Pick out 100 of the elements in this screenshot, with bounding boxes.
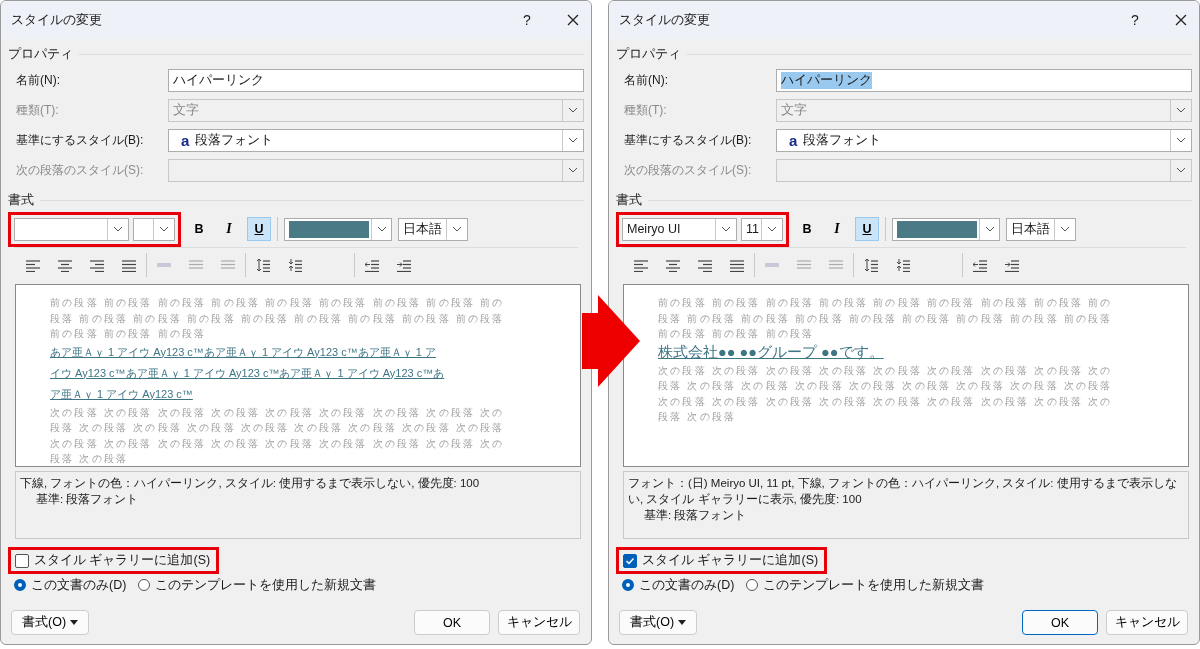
- dropdown-value: 文字: [781, 101, 807, 119]
- section-label: 書式: [616, 191, 642, 209]
- align-right-icon: [698, 258, 712, 272]
- name-input[interactable]: ハイパーリンク: [776, 68, 1192, 92]
- indent-decrease-icon: [973, 258, 987, 272]
- radio-button[interactable]: [746, 579, 759, 591]
- field-label: 種類(T):: [623, 101, 668, 119]
- next-paragraph-text: 次の段落 次の段落 次の段落 次の段落 次の段落 次の段落 次の段落 次の段落 次の: [658, 363, 1113, 378]
- radio-label: このテンプレートを使用した新規文書: [763, 576, 985, 594]
- window-title: スタイルの変更: [619, 11, 711, 29]
- style-glyph: a: [181, 131, 190, 149]
- format-menu-button[interactable]: 書式(O): [11, 610, 90, 635]
- italic-button[interactable]: I: [825, 217, 849, 241]
- field-label: 基準にするスタイル(B):: [623, 131, 753, 149]
- radio-button[interactable]: [622, 579, 634, 591]
- next-paragraph-text: 段落 次の段落: [658, 410, 737, 424]
- sample-text: 株式会社●● ●●グループ ●●です。: [658, 342, 884, 362]
- font-color-dropdown[interactable]: [284, 217, 392, 241]
- align-center-icon: [666, 258, 680, 272]
- section-label: プロパティ: [616, 45, 681, 63]
- checkbox-label: スタイル ギャラリーに追加(S): [34, 552, 211, 569]
- line-spacing-double-icon: [829, 258, 843, 272]
- align-left-icon: [26, 258, 40, 272]
- name-input[interactable]: ハイパーリンク: [168, 68, 584, 92]
- sample-text: あア亜Ａｙ 1 アイウ Ay123 c™あア亜Ａｙ 1 アイウ Ay123 c™あア亜Ａｙ 1 ア: [50, 344, 436, 360]
- next-paragraph-text: 段落 次の段落 次の段落 次の段落 次の段落 次の段落 次の段落 次の段落 次の段落: [658, 379, 1113, 393]
- style-dropdown[interactable]: a 段落フォント: [776, 128, 1192, 152]
- close-icon[interactable]: [567, 14, 579, 26]
- radio-button[interactable]: [14, 579, 26, 591]
- help-button[interactable]: ?: [1121, 12, 1149, 28]
- field-label: 名前(N):: [623, 71, 669, 89]
- radio-button[interactable]: [138, 579, 151, 591]
- description-text: 下線, フォントの色：ハイパーリンク, スタイル: 使用するまで表示しない, 優先度: 100: [20, 476, 481, 491]
- chevron-icon: [1176, 167, 1186, 173]
- previous-paragraph-text: 段落 前の段落 前の段落 前の段落 前の段落 前の段落 前の段落 前の段落 前の段落: [50, 311, 505, 326]
- underline-button[interactable]: U: [855, 217, 879, 241]
- font-dropdown[interactable]: Meiryo UI: [622, 217, 737, 241]
- chevron-icon: [1176, 107, 1186, 113]
- chevron-icon: [568, 167, 578, 173]
- gallery-checkbox[interactable]: [623, 553, 637, 568]
- chevron-icon: [767, 226, 777, 232]
- sample-text: イウ Ay123 c™あア亜Ａｙ 1 アイウ Ay123 c™あア亜Ａｙ 1 アイウ Ay123 c™あ: [50, 365, 445, 381]
- cancel-button[interactable]: キャンセル: [498, 610, 580, 635]
- previous-paragraph-text: 前の段落 前の段落 前の段落: [658, 327, 815, 341]
- line-spacing-double-icon: [221, 258, 235, 272]
- gallery-checkbox[interactable]: [15, 553, 29, 568]
- next-paragraph-text: 段落 次の段落: [50, 452, 129, 466]
- radio-label: この文書のみ(D): [639, 576, 735, 594]
- radio-label: このテンプレートを使用した新規文書: [155, 576, 377, 594]
- name-value: ハイパーリンク: [781, 71, 872, 89]
- chevron-icon: [984, 226, 995, 232]
- underline-button[interactable]: U: [247, 217, 271, 241]
- align-right-icon: [90, 258, 104, 272]
- style-dropdown[interactable]: a 段落フォント: [168, 128, 584, 152]
- format-menu-button[interactable]: 書式(O): [619, 610, 698, 635]
- window-title: スタイルの変更: [11, 11, 103, 29]
- line-spacing-half-icon: [189, 258, 203, 272]
- field-label: 次の段落のスタイル(S):: [623, 161, 753, 179]
- line-spacing-half-icon: [797, 258, 811, 272]
- dropdown-value: 段落フォント: [195, 131, 274, 149]
- indent-increase-icon: [397, 258, 411, 272]
- previous-paragraph-text: 段落 前の段落 前の段落 前の段落 前の段落 前の段落 前の段落 前の段落 前の段落: [658, 311, 1113, 326]
- chevron-icon: [568, 107, 578, 113]
- field-label: 次の段落のスタイル(S):: [15, 161, 145, 179]
- justify-icon: [730, 258, 744, 272]
- section-label: 書式: [8, 191, 34, 209]
- checkbox-label: スタイル ギャラリーに追加(S): [642, 552, 819, 569]
- font-color-dropdown[interactable]: [892, 217, 1000, 241]
- space-before-decrease-icon: [896, 258, 910, 272]
- chevron-icon: [721, 226, 731, 232]
- space-before-increase-icon: [864, 258, 878, 272]
- italic-button[interactable]: I: [217, 217, 241, 241]
- language-dropdown[interactable]: 日本語: [1006, 217, 1076, 241]
- bold-button[interactable]: B: [795, 217, 819, 241]
- dropdown-value: 段落フォント: [803, 131, 882, 149]
- indent-decrease-icon: [365, 258, 379, 272]
- chevron-icon: [113, 226, 123, 232]
- arrow-icon: [582, 295, 640, 387]
- language-dropdown[interactable]: 日本語: [398, 217, 468, 241]
- name-value: ハイパーリンク: [173, 71, 264, 89]
- size-dropdown[interactable]: 11: [741, 217, 783, 241]
- chevron-icon: [452, 226, 462, 232]
- field-label: 種類(T):: [15, 101, 60, 119]
- chevron-icon: [1060, 226, 1070, 232]
- sample-text: ア亜Ａｙ 1 アイウ Ay123 c™: [50, 386, 193, 402]
- bold-button[interactable]: B: [187, 217, 211, 241]
- previous-paragraph-text: 前の段落 前の段落 前の段落 前の段落 前の段落 前の段落 前の段落 前の段落 前の: [658, 296, 1113, 310]
- help-button[interactable]: ?: [513, 12, 541, 28]
- cancel-button[interactable]: キャンセル: [1106, 610, 1188, 635]
- close-icon[interactable]: [1175, 14, 1187, 26]
- ok-button[interactable]: OK: [414, 610, 490, 635]
- justify-icon: [122, 258, 136, 272]
- align-center-icon: [58, 258, 72, 272]
- chevron-icon: [568, 137, 578, 143]
- align-left-icon: [634, 258, 648, 272]
- previous-paragraph-text: 前の段落 前の段落 前の段落 前の段落 前の段落 前の段落 前の段落 前の段落 前の: [50, 296, 505, 310]
- next-paragraph-text: 次の段落 次の段落 次の段落 次の段落 次の段落 次の段落 次の段落 次の段落 次の: [658, 394, 1113, 409]
- ok-button[interactable]: OK: [1022, 610, 1098, 635]
- chevron-icon: [376, 226, 387, 232]
- indent-increase-icon: [1005, 258, 1019, 272]
